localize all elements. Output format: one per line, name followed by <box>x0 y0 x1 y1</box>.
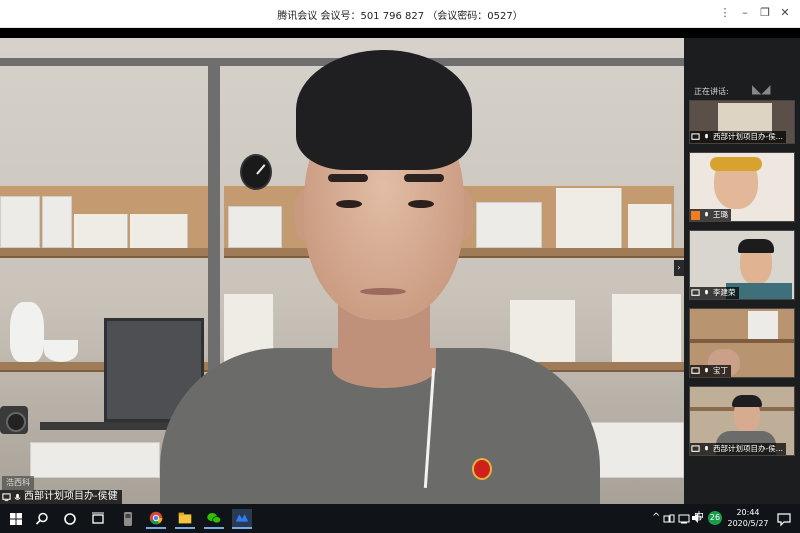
storage-box <box>42 196 72 248</box>
participant-video <box>160 50 600 504</box>
speaking-label: 正在讲话: <box>694 87 729 96</box>
search-icon[interactable] <box>32 509 52 529</box>
screen-share-icon <box>691 366 700 374</box>
main-video[interactable]: 浩西科 <box>0 38 684 504</box>
speaker-name: 西部计划项目办-侯健 <box>24 491 118 502</box>
vase <box>10 302 44 362</box>
usb-device-icon[interactable] <box>118 509 138 529</box>
storage-box <box>0 196 40 248</box>
wechat-icon[interactable] <box>204 509 224 529</box>
window-controls: ⋮ – ❐ ✕ <box>716 4 794 22</box>
avatar-icon <box>691 210 700 220</box>
notification-count-badge[interactable]: 26 <box>708 511 722 525</box>
headband <box>710 157 762 171</box>
participant-tile-label: 李建荣 <box>690 287 739 299</box>
screen-share-icon <box>691 132 700 140</box>
hair <box>732 395 762 407</box>
tencent-meeting-logo-icon: ◣◢ <box>752 82 771 96</box>
book-row <box>612 294 682 362</box>
tencent-meeting-window: 腾讯会议 会议号：501 796 827 （会议密码：0527） ⋮ – ❐ ✕ <box>0 0 800 533</box>
tile-whiteboard <box>718 103 772 133</box>
microphone-icon <box>14 493 21 500</box>
cortana-icon[interactable] <box>60 509 80 529</box>
participant-tile-label: 宝丁 <box>690 365 731 377</box>
eyebrow <box>328 174 368 182</box>
participant-tile[interactable]: 王璐 <box>689 152 795 222</box>
microphone-icon <box>705 211 708 216</box>
minimize-button[interactable]: – <box>736 4 754 22</box>
network-status-icon[interactable] <box>677 510 691 526</box>
eye <box>336 200 362 208</box>
microphone-icon <box>705 133 708 138</box>
collar <box>332 348 436 388</box>
ime-indicator[interactable]: 中 <box>694 511 704 525</box>
hair <box>296 50 472 170</box>
bowl <box>44 340 78 362</box>
title-bar: 腾讯会议 会议号：501 796 827 （会议密码：0527） ⋮ – ❐ ✕ <box>0 0 800 28</box>
microphone-icon <box>705 367 708 372</box>
windows-taskbar: ^ 中 26 20:44 2020/5/27 <box>0 504 800 533</box>
shelf-board <box>690 339 794 343</box>
wall-label: 浩西科 <box>2 476 34 490</box>
task-view-icon[interactable] <box>88 509 108 529</box>
participant-tile[interactable]: 李建荣 <box>689 230 795 300</box>
hair <box>738 239 774 253</box>
network-icon[interactable] <box>662 510 676 526</box>
microphone-icon <box>705 289 708 294</box>
file-explorer-icon[interactable] <box>175 509 195 529</box>
storage-box <box>590 422 684 478</box>
windows-start-icon[interactable] <box>6 509 26 529</box>
screen-share-icon <box>691 288 700 296</box>
clock-time: 20:44 <box>736 508 760 517</box>
microphone-icon <box>705 445 708 450</box>
action-center-icon[interactable] <box>774 509 794 529</box>
participant-tile[interactable]: 西部计划项目办-侯... <box>689 386 795 456</box>
screen-share-icon <box>691 444 700 452</box>
tray-chevron-icon[interactable]: ^ <box>652 511 660 525</box>
participant-tile[interactable]: 西部计划项目办-侯... <box>689 100 795 144</box>
more-icon[interactable]: ⋮ <box>716 4 734 22</box>
mouth <box>360 288 406 295</box>
screen-share-icon <box>2 492 11 501</box>
participant-tile-label: 西部计划项目办-侯... <box>690 443 786 455</box>
eye <box>408 200 434 208</box>
participant-tile-label: 王璐 <box>690 209 731 221</box>
chrome-icon[interactable] <box>146 509 166 529</box>
collapse-sidebar-button[interactable]: › <box>674 260 684 276</box>
book-stack <box>74 214 128 248</box>
participant-tile[interactable]: 宝丁 <box>689 308 795 378</box>
camera-icon <box>0 406 28 434</box>
participant-tile-label: 西部计划项目办-侯... <box>690 131 786 143</box>
book-row <box>748 311 778 339</box>
tencent-meeting-icon[interactable] <box>232 509 252 529</box>
main-speaker-label: 西部计划项目办-侯健 <box>0 490 122 504</box>
party-pin-icon <box>472 458 492 480</box>
restore-button[interactable]: ❐ <box>756 4 774 22</box>
eyebrow <box>404 174 444 182</box>
storage-box <box>30 442 160 478</box>
clock-date: 2020/5/27 <box>727 519 769 528</box>
window-title: 腾讯会议 会议号：501 796 827 （会议密码：0527） <box>277 11 523 22</box>
book-stack <box>628 204 672 248</box>
close-button[interactable]: ✕ <box>776 4 794 22</box>
system-clock[interactable]: 20:44 2020/5/27 <box>724 507 772 529</box>
